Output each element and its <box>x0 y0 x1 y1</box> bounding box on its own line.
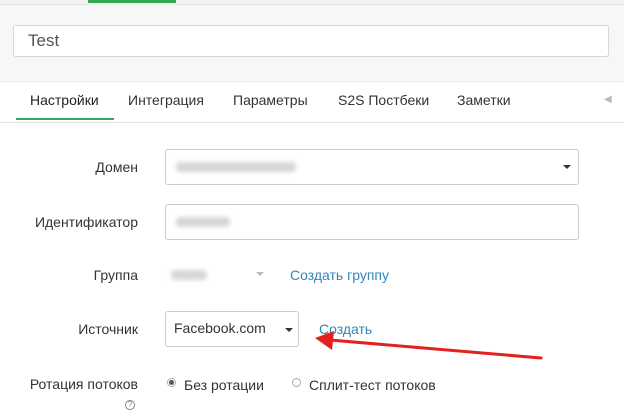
group-select[interactable] <box>165 257 271 293</box>
tabs-scroll-left-icon[interactable]: ◀ <box>604 94 612 105</box>
domain-label: Домен <box>95 159 138 175</box>
rotation-label: Ротация потоков <box>29 376 138 392</box>
tab-notes[interactable]: Заметки <box>457 92 511 108</box>
tab-s2s-postbacks[interactable]: S2S Постбеки <box>338 92 429 108</box>
chevron-down-icon <box>256 272 264 276</box>
create-source-link[interactable]: Создать <box>319 321 372 337</box>
rotation-none-label[interactable]: Без ротации <box>184 377 264 393</box>
rotation-split-test-radio[interactable] <box>292 378 301 387</box>
tab-parameters[interactable]: Параметры <box>233 92 308 108</box>
source-label: Источник <box>78 321 138 337</box>
stream-name-input[interactable]: Test <box>13 25 609 57</box>
help-icon[interactable]: ? <box>125 400 135 410</box>
group-redacted-value <box>171 270 207 280</box>
top-tab-active-indicator <box>88 0 176 3</box>
source-select[interactable]: Facebook.com <box>165 311 299 347</box>
create-group-link[interactable]: Создать группу <box>290 267 389 283</box>
rotation-split-test-label[interactable]: Сплит-тест потоков <box>309 377 436 393</box>
tab-settings[interactable]: Настройки <box>30 92 99 108</box>
identifier-label: Идентификатор <box>34 214 138 230</box>
tab-integration[interactable]: Интеграция <box>128 92 204 108</box>
chevron-down-icon <box>563 165 571 169</box>
rotation-none-radio[interactable] <box>167 378 176 387</box>
identifier-input[interactable] <box>165 204 579 240</box>
settings-tabs: Настройки Интеграция Параметры S2S Постб… <box>0 82 624 123</box>
source-selected-value: Facebook.com <box>174 320 266 336</box>
identifier-redacted-value <box>176 217 230 227</box>
chevron-down-icon <box>285 328 293 332</box>
group-label: Группа <box>93 267 138 283</box>
domain-select[interactable] <box>165 149 579 185</box>
name-section: Test <box>0 5 624 82</box>
tab-active-underline <box>16 118 114 120</box>
domain-redacted-value <box>176 162 296 172</box>
